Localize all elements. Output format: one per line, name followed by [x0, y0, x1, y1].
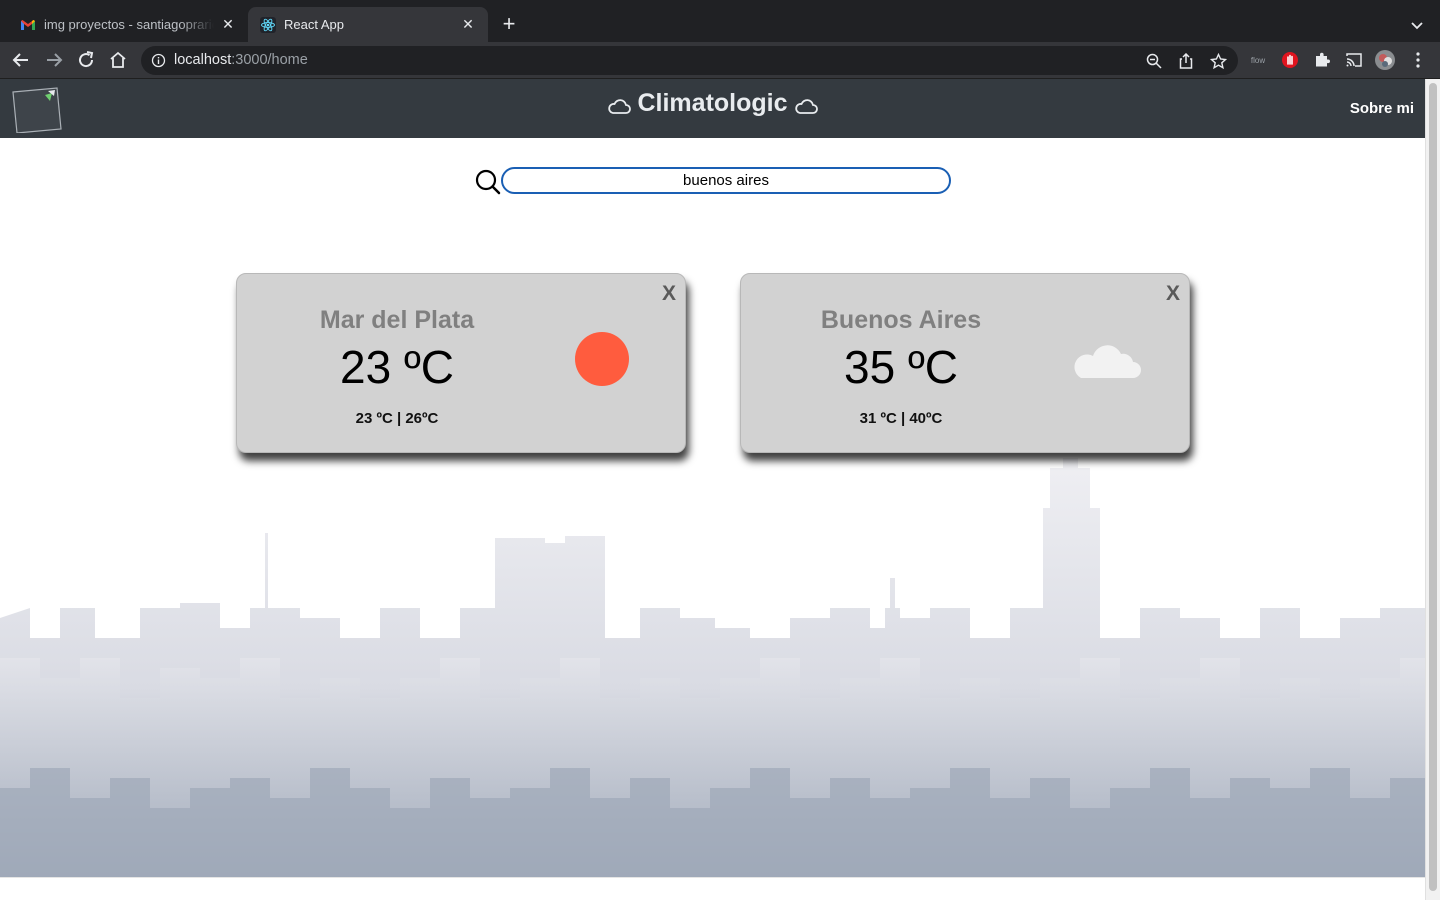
browser-tab-bar: img proyectos - santiagoprario ✕ React A…	[0, 0, 1440, 42]
home-button[interactable]	[106, 48, 130, 72]
close-card-button[interactable]: X	[662, 282, 676, 306]
arrow-left-icon	[12, 53, 28, 67]
kebab-menu-icon	[1416, 52, 1420, 68]
cloud-icon	[1074, 345, 1141, 378]
search-icon[interactable]	[474, 168, 502, 196]
zoom-icon[interactable]	[1144, 51, 1164, 71]
extensions-button[interactable]	[1310, 48, 1334, 72]
cast-icon	[1346, 53, 1362, 67]
sun-icon	[575, 332, 629, 386]
city-name: Buenos Aires	[820, 306, 982, 334]
url-path: :3000/home	[231, 52, 308, 68]
red-extension-button[interactable]	[1278, 48, 1302, 72]
forward-button[interactable]	[42, 48, 66, 72]
search-input[interactable]	[501, 167, 951, 194]
current-temperature: 23 ºC	[340, 341, 454, 393]
cloud-icon	[608, 99, 632, 114]
bookmark-star-icon[interactable]	[1208, 51, 1228, 71]
brand-title: Climatologic	[0, 89, 1425, 118]
close-tab-icon[interactable]: ✕	[220, 16, 236, 33]
close-tab-icon[interactable]: ✕	[460, 16, 476, 33]
info-icon[interactable]	[151, 53, 166, 68]
main-content: X Mar del Plata 23 ºC 23 ºC | 26ºC X Bue…	[0, 138, 1425, 877]
react-icon	[260, 16, 276, 33]
url-host: localhost	[174, 52, 232, 68]
flow-extension-button[interactable]: flow	[1246, 48, 1270, 72]
avatar	[1375, 50, 1395, 70]
weather-card: X Mar del Plata 23 ºC 23 ºC | 26ºC	[236, 273, 686, 453]
address-bar[interactable]: localhost:3000/home	[141, 46, 1238, 75]
temperature-range: 23 ºC | 26ºC	[355, 410, 439, 427]
about-link[interactable]: Sobre mi	[1350, 100, 1414, 117]
city-skyline-background	[0, 458, 1425, 877]
browser-tab-gmail[interactable]: img proyectos - santiagoprario ✕	[8, 7, 248, 42]
browser-toolbar: localhost:3000/home flow	[0, 42, 1440, 79]
scrollbar-thumb[interactable]	[1429, 83, 1437, 891]
profile-button[interactable]	[1373, 48, 1397, 72]
current-temperature: 35 ºC	[844, 341, 958, 393]
close-card-button[interactable]: X	[1166, 282, 1180, 306]
app-navbar: Climatologic Sobre mi	[0, 79, 1425, 138]
search-bar	[474, 166, 954, 196]
tab-search-chevron-icon[interactable]	[1406, 14, 1428, 36]
arrow-right-icon	[47, 53, 63, 67]
reload-button[interactable]	[74, 48, 98, 72]
temperature-range: 31 ºC | 40ºC	[859, 410, 943, 427]
back-button[interactable]	[9, 48, 33, 72]
weather-card: X Buenos Aires 35 ºC 31 ºC | 40ºC	[740, 273, 1190, 453]
share-icon[interactable]	[1176, 51, 1196, 71]
brand-text: Climatologic	[637, 89, 788, 117]
browser-tab-react-app[interactable]: React App ✕	[248, 7, 488, 42]
reload-icon	[79, 51, 94, 68]
hand-extension-icon	[1282, 52, 1298, 68]
tab-title: React App	[284, 17, 344, 32]
browser-menu-button[interactable]	[1406, 48, 1430, 72]
city-name: Mar del Plata	[319, 306, 475, 334]
puzzle-icon	[1316, 52, 1330, 67]
new-tab-button[interactable]: +	[497, 13, 521, 37]
tab-title: img proyectos - santiagoprario	[44, 17, 214, 32]
cloud-icon	[794, 99, 818, 114]
page-bottom-strip	[0, 877, 1425, 900]
vertical-scrollbar[interactable]	[1425, 79, 1440, 900]
flow-extension-label: flow	[1250, 55, 1266, 65]
cast-button[interactable]	[1342, 48, 1366, 72]
home-icon	[110, 51, 126, 68]
gmail-icon	[21, 19, 35, 30]
url-text: localhost:3000/home	[174, 52, 308, 68]
